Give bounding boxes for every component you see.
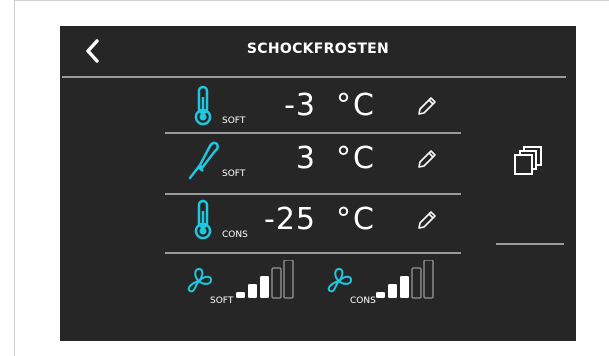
row-divider bbox=[165, 252, 461, 254]
fan-speed-soft[interactable]: SOFT bbox=[184, 260, 324, 310]
fan-sub-label: SOFT bbox=[210, 296, 234, 306]
row-divider bbox=[165, 193, 461, 195]
setpoint-value: -3 bbox=[284, 88, 316, 123]
setpoint-row-air-cons[interactable]: CONS -25 °C bbox=[168, 197, 458, 247]
fan-sub-label: CONS bbox=[350, 296, 376, 306]
pencil-icon[interactable] bbox=[415, 94, 439, 118]
unit-label: °C bbox=[336, 88, 376, 123]
frame-left-border bbox=[14, 0, 15, 356]
fan-level-bar bbox=[411, 267, 422, 299]
copy-icon[interactable] bbox=[513, 146, 543, 176]
fan-level-bar bbox=[248, 284, 257, 298]
page-title: SCHOCKFROSTEN bbox=[246, 41, 390, 57]
fan-level-bars bbox=[376, 260, 434, 299]
fan-level-bar bbox=[283, 260, 294, 299]
setpoint-value: -25 bbox=[264, 202, 316, 237]
thermometer-icon bbox=[194, 85, 212, 126]
row-divider bbox=[165, 132, 461, 134]
fan-level-bar bbox=[423, 260, 434, 299]
pencil-icon[interactable] bbox=[415, 208, 439, 232]
setpoint-row-air-soft[interactable]: SOFT -3 °C bbox=[168, 83, 458, 133]
controller-screen: SCHOCKFROSTEN SOFT -3 °C SOFT 3 °C CONS … bbox=[60, 26, 576, 341]
setpoint-value: 3 bbox=[295, 141, 316, 176]
fan-level-bar bbox=[271, 267, 282, 299]
unit-label: °C bbox=[336, 202, 376, 237]
fan-level-bar bbox=[388, 284, 397, 298]
frame-top-border bbox=[14, 0, 609, 1]
probe-icon bbox=[188, 141, 219, 180]
pencil-icon[interactable] bbox=[415, 147, 439, 171]
fan-speed-cons[interactable]: CONS bbox=[324, 260, 464, 310]
fan-level-bar bbox=[236, 292, 245, 298]
row-sub-label: CONS bbox=[222, 230, 248, 240]
header: SCHOCKFROSTEN bbox=[60, 26, 576, 76]
fan-level-bar bbox=[400, 276, 409, 298]
fan-level-bar bbox=[376, 292, 385, 298]
fan-icon bbox=[187, 267, 213, 293]
thermometer-icon bbox=[194, 199, 212, 240]
unit-label: °C bbox=[336, 141, 376, 176]
fan-level-bars bbox=[236, 260, 294, 299]
setpoint-row-probe-soft[interactable]: SOFT 3 °C bbox=[168, 136, 458, 186]
row-sub-label: SOFT bbox=[222, 169, 246, 179]
fan-speed-panel: SOFT CONS bbox=[184, 260, 464, 310]
fan-icon bbox=[327, 267, 353, 293]
fan-level-bar bbox=[260, 276, 269, 298]
side-divider bbox=[496, 243, 564, 245]
header-divider bbox=[62, 76, 566, 78]
row-sub-label: SOFT bbox=[222, 116, 246, 126]
